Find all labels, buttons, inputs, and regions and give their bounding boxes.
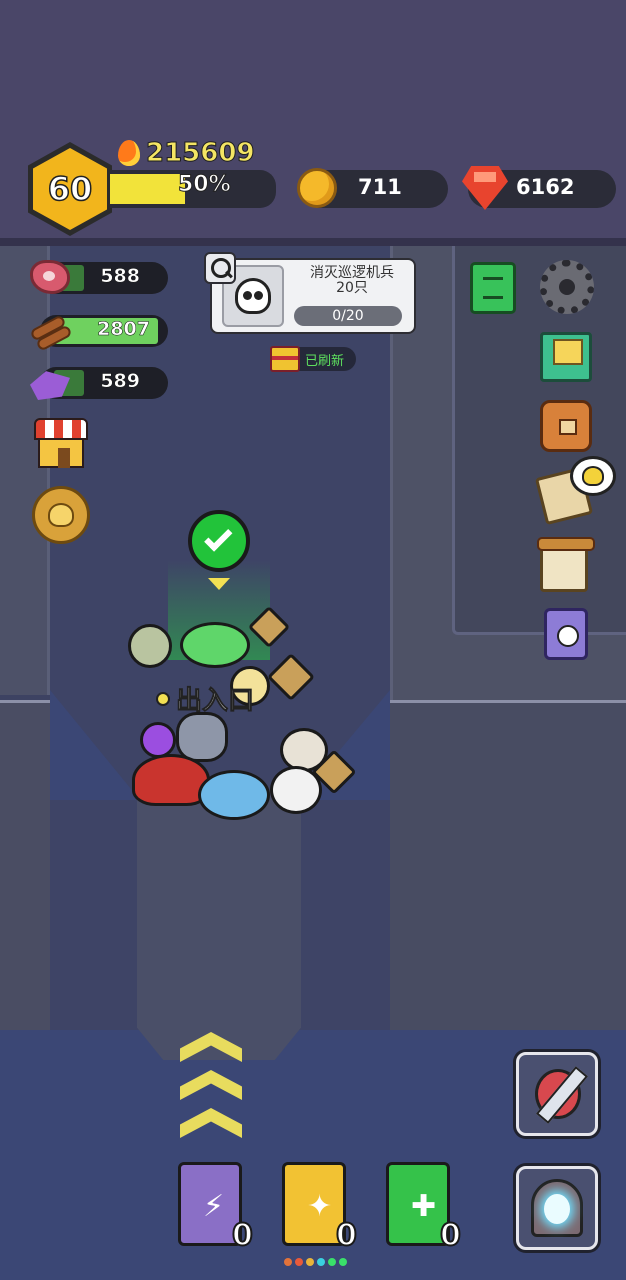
entrance-label: 出入口 xyxy=(175,686,255,717)
shop-button[interactable] xyxy=(34,418,88,470)
bag-icon[interactable] xyxy=(540,400,592,452)
level-number: 60 xyxy=(47,169,93,209)
skill-count: 0 xyxy=(335,1217,358,1254)
center-path xyxy=(137,790,301,1060)
portal-icon xyxy=(531,1179,583,1237)
slime-creature[interactable] xyxy=(180,622,250,668)
potion-icon[interactable] xyxy=(544,608,588,660)
quest-title: 消灭巡逻机兵 20只 xyxy=(310,265,394,296)
mail-icon[interactable] xyxy=(540,332,592,382)
wizard-creature[interactable] xyxy=(140,722,176,758)
lightning-icon: ⚡ xyxy=(203,1189,225,1224)
sword-icon xyxy=(535,1069,581,1119)
ore-value: 589 xyxy=(100,370,140,393)
wood-value: 2807 xyxy=(97,318,150,341)
xp-percent: 50% xyxy=(178,172,232,198)
page-indicator xyxy=(284,1258,347,1266)
coin-icon xyxy=(297,168,337,208)
wing-icon: ✦ xyxy=(307,1189,333,1224)
chest-icon xyxy=(270,346,300,372)
down-arrow-icon xyxy=(208,578,230,590)
map-alert-bubble xyxy=(570,456,616,496)
search-icon[interactable] xyxy=(204,252,236,284)
skull-icon xyxy=(582,466,604,486)
xp-fill xyxy=(110,174,185,204)
check-button[interactable] xyxy=(188,510,250,572)
right-lower-wall xyxy=(390,700,626,1030)
meat-icon xyxy=(30,260,70,294)
fire-icon xyxy=(118,140,140,166)
quest-panel[interactable]: 消灭巡逻机兵 20只 0/20 xyxy=(210,258,416,334)
banner-edge xyxy=(0,238,626,246)
book-icon[interactable] xyxy=(470,262,516,314)
goblin-creature[interactable] xyxy=(128,624,172,668)
power-display: 215609 xyxy=(118,138,256,169)
gear-icon[interactable] xyxy=(540,260,594,314)
left-wall-lower xyxy=(0,700,50,1030)
quest-progress: 0/20 xyxy=(294,306,402,326)
fish-creature[interactable] xyxy=(198,770,270,820)
coin-value: 711 xyxy=(358,175,402,199)
check-icon xyxy=(204,523,233,552)
skill-count: 0 xyxy=(231,1217,254,1254)
meat-value: 588 xyxy=(100,265,140,288)
wood-icon xyxy=(29,312,73,352)
refresh-label: 已刷新 xyxy=(305,354,345,369)
skull-icon xyxy=(235,278,271,314)
entrance-marker xyxy=(156,692,170,706)
battle-button[interactable] xyxy=(516,1052,598,1136)
shop-icon xyxy=(34,418,88,440)
portal-button[interactable] xyxy=(516,1166,598,1250)
heal-icon: ✚ xyxy=(411,1189,437,1224)
gem-value: 6162 xyxy=(516,175,575,199)
medal-icon xyxy=(48,503,74,527)
skill-count: 0 xyxy=(439,1217,462,1254)
medal-button[interactable] xyxy=(32,486,90,544)
advance-arrows[interactable] xyxy=(180,1032,244,1148)
power-value: 215609 xyxy=(146,138,256,169)
scroll-icon[interactable] xyxy=(537,537,595,592)
